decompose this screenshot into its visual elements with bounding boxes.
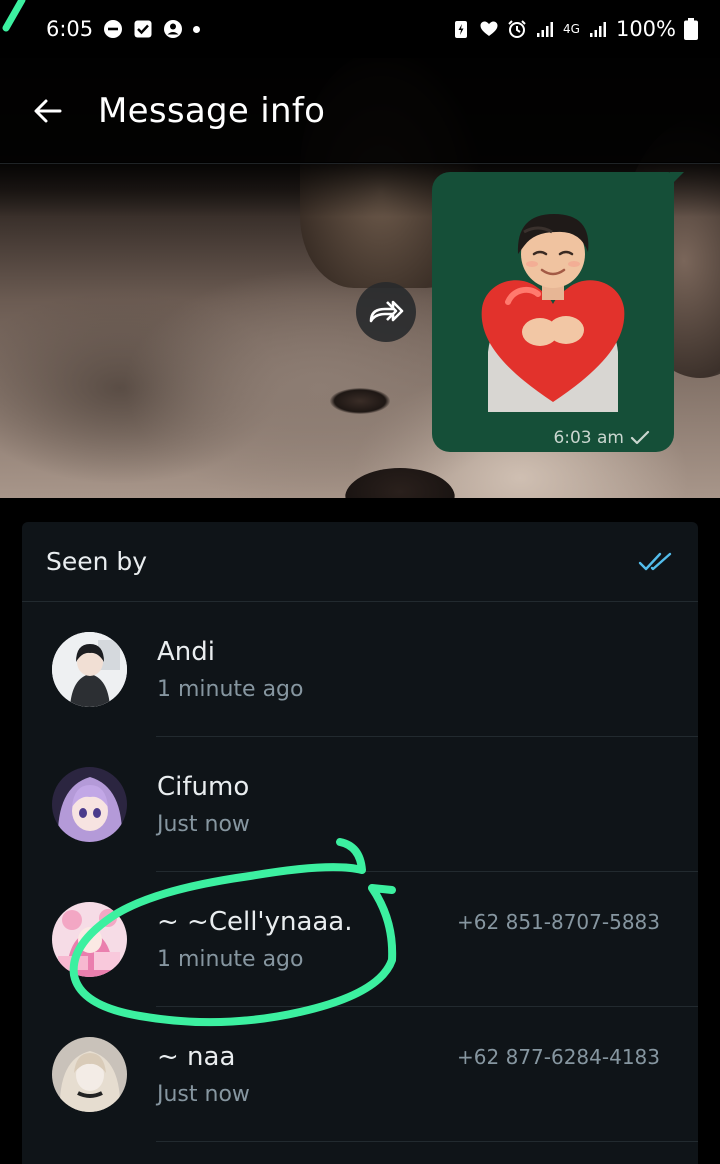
avatar: [52, 902, 127, 977]
avatar: [52, 1037, 127, 1112]
status-time: 6:05: [46, 17, 94, 41]
page-title: Message info: [98, 90, 326, 131]
message-time: 6:03 am: [553, 428, 624, 448]
seen-by-header: Seen by: [22, 522, 698, 602]
account-icon: [164, 20, 183, 38]
wallpaper-eye: [330, 388, 390, 414]
wallpaper-nose: [345, 468, 455, 498]
heart-icon: [480, 21, 498, 36]
contact-phone: +62 851-8707-5883: [457, 910, 660, 934]
battery-percent: 100%: [615, 17, 676, 41]
contact-row[interactable]: Andi 1 minute ago: [22, 602, 698, 737]
avatar: [52, 767, 127, 842]
app-bar: Message info: [0, 58, 720, 164]
contact-phone: +62 877-6284-4183: [457, 1045, 660, 1069]
sticker-message-bubble[interactable]: 6:03 am: [432, 172, 684, 452]
contact-name: ~ ~Cell'ynaaa.: [157, 907, 353, 937]
contact-row[interactable]: ~ naa Just now +62 877-6284-4183: [22, 1007, 698, 1142]
seen-time: Just now: [157, 1082, 250, 1107]
seen-by-card: Seen by Andi 1 minute ago Cifumo Just no…: [22, 522, 698, 1164]
battery-icon: [684, 18, 698, 40]
single-check-icon: [630, 430, 650, 445]
contact-name: Andi: [157, 637, 215, 667]
network-type: 4G: [563, 22, 580, 36]
do-not-disturb-icon: [104, 20, 123, 38]
forward-icon: [369, 300, 404, 323]
avatar: [52, 632, 127, 707]
contact-name: Cifumo: [157, 772, 250, 802]
battery-saver-icon: [455, 21, 468, 38]
forward-button[interactable]: [356, 282, 416, 342]
double-check-icon: [638, 552, 672, 570]
screen: 6:05 4G 100% Message info 6:03 am Seen b…: [0, 0, 720, 1164]
seen-time: 1 minute ago: [157, 947, 304, 972]
seen-time: Just now: [157, 812, 250, 837]
contact-row[interactable]: Cifumo Just now: [22, 737, 698, 872]
status-bar: 6:05 4G 100%: [0, 0, 720, 58]
arrow-left-icon: [34, 99, 62, 122]
seen-time: 1 minute ago: [157, 677, 304, 702]
notification-dot-icon: [193, 25, 201, 33]
message-time-row: 6:03 am: [553, 428, 650, 448]
contact-name: ~ naa: [157, 1042, 236, 1072]
contact-row[interactable]: ~ ~Cell'ynaaa. 1 minute ago +62 851-8707…: [22, 872, 698, 1007]
alarm-icon: [508, 20, 526, 38]
checkbox-icon: [134, 20, 152, 38]
seen-by-title: Seen by: [46, 547, 148, 576]
signal-icon: [537, 22, 554, 37]
sticker-image: [481, 214, 625, 412]
signal-icon-2: [589, 22, 606, 37]
back-button[interactable]: [30, 93, 66, 129]
